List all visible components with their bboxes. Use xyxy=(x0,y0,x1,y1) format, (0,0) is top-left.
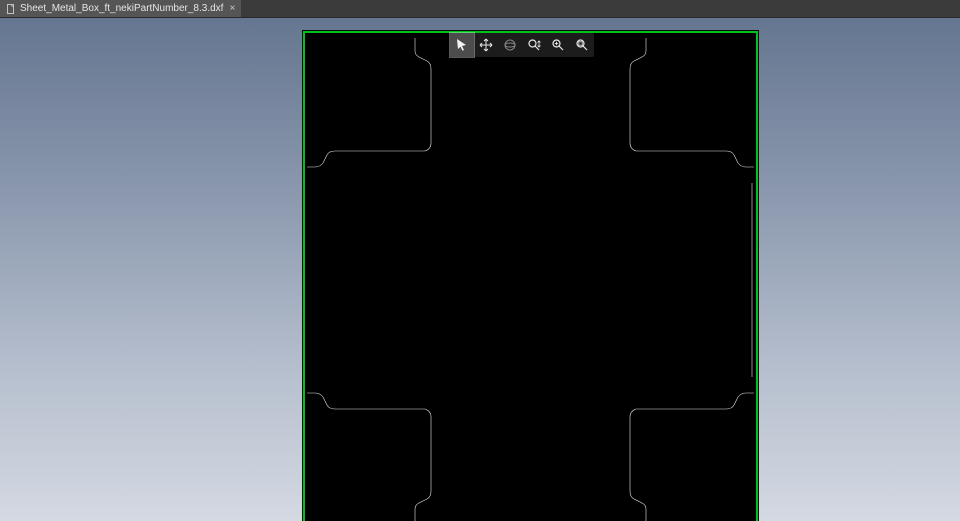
zoom-in-tool[interactable] xyxy=(546,33,570,57)
flat-pattern-geometry xyxy=(307,38,754,521)
document-tab[interactable]: Sheet_Metal_Box_ft_nekiPartNumber_8.3.dx… xyxy=(0,0,242,17)
move-arrows-icon xyxy=(479,38,493,52)
magnifier-updown-icon xyxy=(527,38,541,52)
cad-canvas[interactable] xyxy=(303,31,758,521)
zoom-fit-tool[interactable] xyxy=(570,33,594,57)
cursor-icon xyxy=(455,38,469,52)
tab-bar: Sheet_Metal_Box_ft_nekiPartNumber_8.3.dx… xyxy=(0,0,960,18)
orbit-tool[interactable] xyxy=(498,33,522,57)
magnifier-fit-icon xyxy=(575,38,589,52)
document-icon xyxy=(6,4,16,14)
document-tab-label: Sheet_Metal_Box_ft_nekiPartNumber_8.3.dx… xyxy=(20,3,223,14)
zoom-tool[interactable] xyxy=(522,33,546,57)
select-tool[interactable] xyxy=(450,33,474,57)
view-toolbar xyxy=(450,33,594,57)
viewport[interactable] xyxy=(0,18,960,521)
orbit-icon xyxy=(503,38,517,52)
pan-tool[interactable] xyxy=(474,33,498,57)
magnifier-plus-icon xyxy=(551,38,565,52)
tab-close-button[interactable]: × xyxy=(229,3,235,14)
